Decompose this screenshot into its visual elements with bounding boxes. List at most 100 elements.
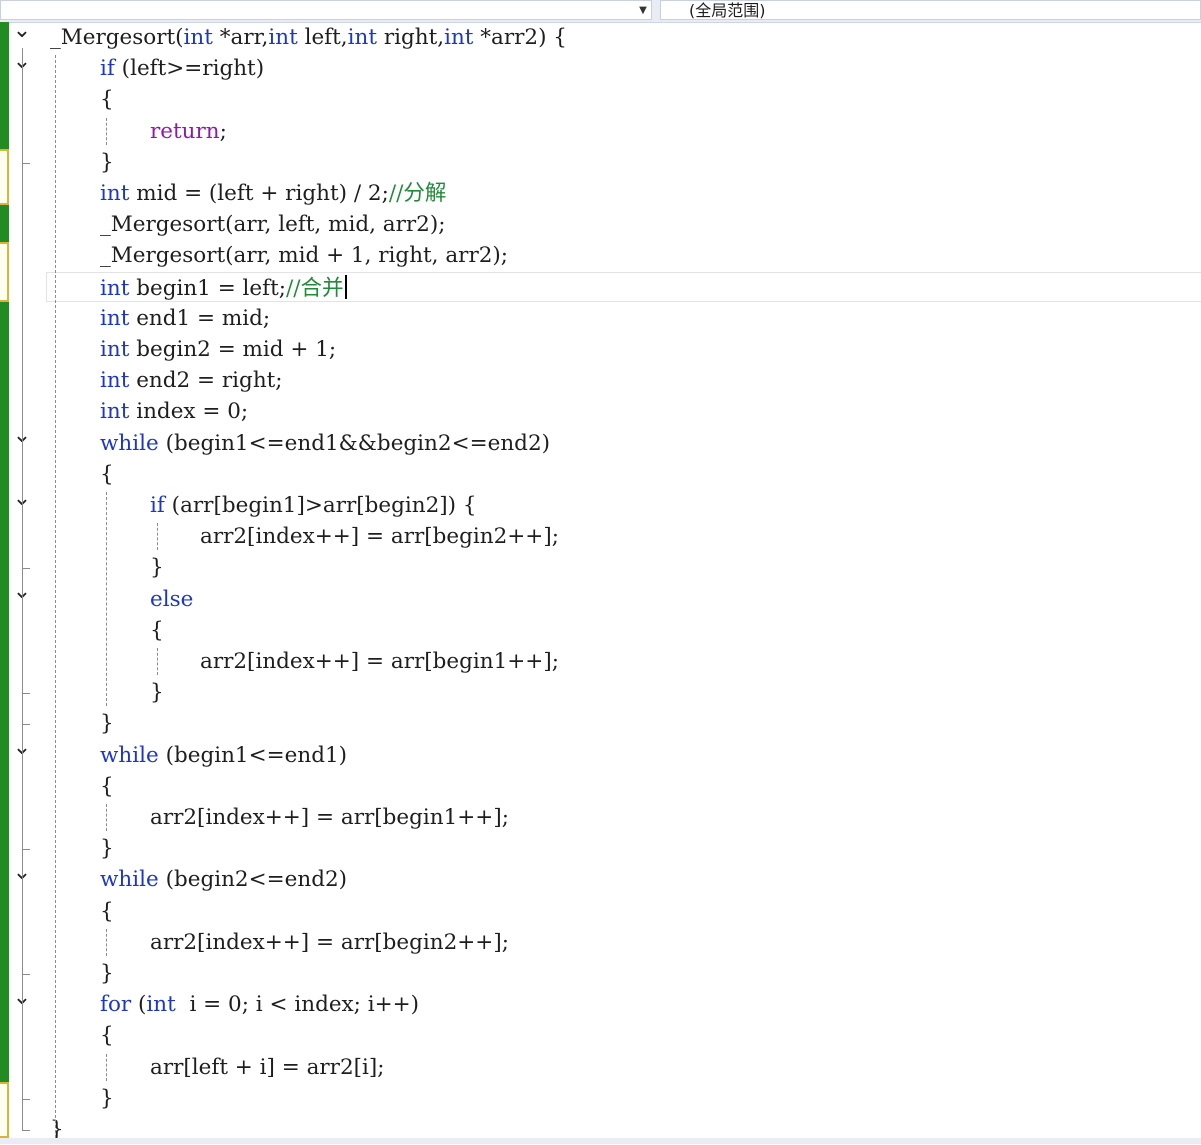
triangle-down-icon[interactable]: ▼ — [635, 1, 651, 19]
code-line[interactable]: { — [10, 459, 1201, 490]
code-line[interactable]: } — [10, 147, 1201, 178]
code-text: } — [100, 711, 114, 737]
code-token: arr[left + i] = arr2[i]; — [150, 1054, 385, 1080]
code-line[interactable]: { — [10, 896, 1201, 927]
code-token: _Mergesort( — [50, 25, 184, 50]
code-token: { — [100, 773, 114, 799]
code-line[interactable]: { — [10, 771, 1201, 802]
code-line[interactable]: int begin1 = left;//合并 — [10, 272, 1201, 303]
code-token: index = 0; — [129, 399, 249, 425]
code-line[interactable]: } — [10, 677, 1201, 708]
code-token: } — [100, 149, 114, 175]
code-token: left, — [297, 25, 348, 50]
code-text: } — [150, 555, 164, 581]
code-text: while (begin1<=end1&&begin2<=end2) — [100, 431, 550, 457]
code-line[interactable]: } — [10, 958, 1201, 989]
keyword-token: int — [268, 25, 298, 50]
code-line[interactable]: arr[left + i] = arr2[i]; — [10, 1052, 1201, 1083]
keyword-token: int — [146, 992, 176, 1018]
unsaved-change-marker — [0, 242, 9, 302]
code-line[interactable]: int begin2 = mid + 1; — [10, 334, 1201, 365]
indent-guide — [106, 117, 107, 145]
code-token: } — [150, 680, 164, 706]
code-line[interactable]: ⌄ if (left>=right) — [10, 49, 1201, 84]
code-text: if (left>=right) — [100, 56, 264, 82]
fold-bracket-end — [22, 974, 30, 975]
code-line[interactable]: ⌄ while (begin1<=end1) — [10, 735, 1201, 771]
keyword-token: int — [100, 181, 130, 206]
code-editor[interactable]: ⌄ _Mergesort(int *arr,int left,int right,… — [10, 18, 1201, 1144]
code-line[interactable]: ⌄ while (begin1<=end1&&begin2<=end2) — [10, 423, 1201, 459]
code-line[interactable]: int end2 = right; — [10, 365, 1201, 396]
code-token: (left>=right) — [114, 56, 265, 82]
code-token: } — [150, 555, 164, 581]
code-text: } — [150, 680, 164, 706]
code-line[interactable]: } — [10, 552, 1201, 583]
code-text: { — [100, 774, 114, 800]
code-line[interactable]: int end1 = mid; — [10, 303, 1201, 334]
code-line[interactable]: _Mergesort(arr, mid + 1, right, arr2); — [10, 240, 1201, 271]
code-text: while (begin1<=end1) — [100, 743, 347, 769]
keyword-token: int — [183, 25, 213, 50]
code-line[interactable]: ⌄ _Mergesort(int *arr,int left,int right,… — [10, 18, 1201, 53]
code-line[interactable]: return; — [10, 116, 1201, 147]
code-line[interactable]: int index = 0; — [10, 396, 1201, 427]
code-text: { — [100, 462, 114, 488]
code-token: *arr, — [212, 25, 269, 50]
fold-bracket-end — [22, 724, 30, 726]
type-scope-dropdown[interactable]: ▼ — [0, 0, 652, 20]
code-line[interactable]: _Mergesort(arr, left, mid, arr2); — [10, 209, 1201, 240]
keyword-token: int — [444, 25, 474, 50]
code-line[interactable]: } — [10, 708, 1201, 739]
code-token: (begin2<=end2) — [158, 867, 348, 893]
code-token: end2 = right; — [129, 368, 283, 394]
code-text: int mid = (left + right) / 2;//分解 — [100, 181, 446, 207]
member-scope-dropdown[interactable]: (全局范围) — [660, 0, 1201, 20]
keyword-token: int — [347, 25, 377, 50]
scope-label: (全局范围) — [689, 1, 766, 20]
code-text: { — [100, 87, 114, 113]
code-text: int end1 = mid; — [100, 306, 270, 332]
code-text: else — [150, 587, 193, 613]
code-token: ; — [219, 118, 227, 144]
comment-token: //合并 — [286, 275, 344, 301]
code-token: { — [100, 461, 114, 487]
code-token: (arr[begin1]>arr[begin2]) { — [164, 493, 477, 518]
fold-bracket-end — [22, 693, 30, 695]
code-text: } — [100, 836, 114, 862]
keyword-token: while — [100, 430, 159, 456]
code-line[interactable]: int mid = (left + right) / 2;//分解 — [10, 178, 1201, 209]
keyword-token: else — [150, 586, 194, 612]
code-line[interactable]: arr2[index++] = arr[begin2++]; — [10, 521, 1201, 552]
fold-bracket-end — [22, 568, 30, 570]
code-token: arr2[index++] = arr[begin2++]; — [200, 524, 559, 550]
fold-bracket — [22, 48, 23, 1130]
keyword-token: if — [100, 56, 115, 82]
code-line[interactable]: ⌄ while (begin2<=end2) — [10, 860, 1201, 895]
code-line[interactable]: } — [10, 833, 1201, 864]
code-token: { — [150, 617, 164, 643]
code-line[interactable]: { — [10, 1020, 1201, 1051]
code-token: } — [100, 1085, 114, 1111]
code-line[interactable]: ⌄ for (int i = 0; i < index; i++) — [10, 985, 1201, 1020]
code-token: { — [100, 87, 114, 113]
code-line[interactable]: { — [10, 615, 1201, 646]
indent-guide — [157, 648, 158, 676]
code-line[interactable]: ⌄ if (arr[begin1]>arr[begin2]) { — [10, 486, 1201, 521]
code-token: { — [100, 898, 114, 924]
code-line[interactable]: arr2[index++] = arr[begin1++]; — [10, 802, 1201, 833]
code-text: _Mergesort(int *arr,int left,int right,i… — [50, 25, 567, 51]
code-line[interactable]: { — [10, 84, 1201, 115]
code-text: _Mergesort(arr, mid + 1, right, arr2); — [100, 243, 508, 269]
keyword-token: if — [150, 493, 165, 518]
code-text: arr[left + i] = arr2[i]; — [150, 1055, 385, 1081]
code-line[interactable]: arr2[index++] = arr[begin1++]; — [10, 646, 1201, 677]
code-text: { — [100, 1023, 114, 1049]
fold-bracket-end — [22, 1098, 30, 1100]
chevron-down-icon[interactable]: ⌄ — [12, 18, 32, 43]
code-token: arr2[index++] = arr[begin1++]; — [150, 805, 509, 830]
code-token: } — [100, 711, 114, 737]
code-line[interactable]: } — [10, 1083, 1201, 1114]
code-line[interactable]: arr2[index++] = arr[begin2++]; — [10, 927, 1201, 958]
code-line[interactable]: ⌄ else — [10, 579, 1201, 615]
